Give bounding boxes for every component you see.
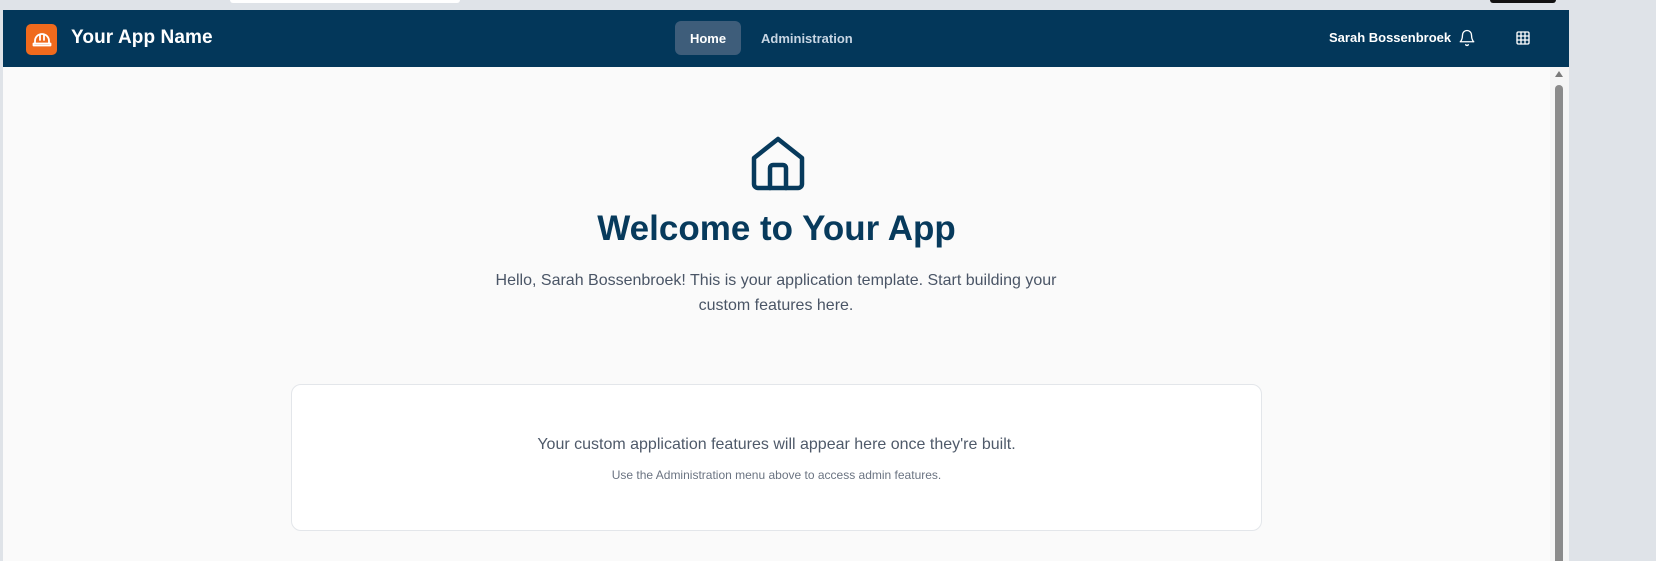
welcome-message: Hello, Sarah Bossenbroek! This is your a… [495, 272, 1057, 314]
user-menu[interactable]: Sarah Bossenbroek [1329, 30, 1451, 45]
features-placeholder-text: Your custom application features will ap… [537, 436, 1016, 453]
app-window: Your App Name Home Administration Sarah … [3, 10, 1569, 561]
grid-icon[interactable] [1515, 30, 1531, 46]
features-card: Your custom application features will ap… [291, 384, 1262, 531]
nav-tab-home[interactable]: Home [675, 21, 741, 55]
bell-icon[interactable] [1458, 29, 1476, 47]
top-navigation-bar: Your App Name Home Administration Sarah … [3, 10, 1569, 67]
vertical-scrollbar[interactable] [1550, 67, 1569, 561]
nav-tab-administration[interactable]: Administration [753, 21, 861, 55]
app-name[interactable]: Your App Name [71, 27, 213, 49]
scroll-up-arrow-icon[interactable] [1555, 71, 1563, 77]
browser-tab-strip [230, 0, 460, 3]
hard-hat-icon[interactable] [26, 24, 57, 55]
features-hint-text: Use the Administration menu above to acc… [611, 468, 942, 482]
home-icon [750, 136, 806, 192]
browser-tab-strip-right [1490, 0, 1556, 3]
scrollbar-thumb[interactable] [1555, 85, 1563, 561]
page-title: Welcome to Your App [597, 209, 956, 248]
